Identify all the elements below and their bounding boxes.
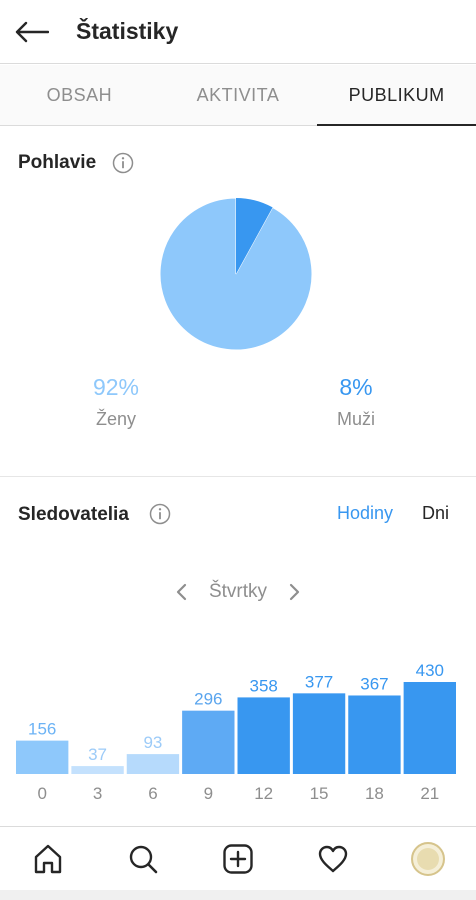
- male-label: Muži: [336, 409, 375, 429]
- current-day-label: Štvrtky: [208, 581, 268, 602]
- x-tick-label: 9: [204, 784, 213, 803]
- bar-6: [126, 754, 180, 774]
- next-day-button[interactable]: [283, 581, 305, 603]
- tab-bar: OBSAH AKTIVITA PUBLIKUM: [0, 65, 476, 126]
- arrow-left-icon: [15, 21, 49, 42]
- x-tick-label: 12: [254, 784, 273, 803]
- prev-day-button[interactable]: [171, 581, 193, 603]
- bar-value-label: 377: [305, 672, 333, 691]
- home-icon: [34, 844, 61, 873]
- gender-pie-chart: [159, 197, 313, 351]
- bar-value-label: 156: [28, 720, 56, 739]
- heart-icon: [318, 845, 348, 872]
- tab-obsah[interactable]: OBSAH: [0, 65, 159, 125]
- avatar: [411, 841, 446, 876]
- toggle-days[interactable]: Dni: [422, 503, 449, 524]
- app-header: Štatistiky: [0, 0, 476, 64]
- bottom-navigation: [0, 826, 476, 890]
- x-tick-label: 15: [310, 784, 329, 803]
- profile-button[interactable]: [406, 837, 450, 881]
- x-tick-label: 0: [37, 784, 46, 803]
- bar-9: [182, 710, 235, 774]
- bar-value-label: 358: [250, 676, 278, 695]
- x-tick-label: 3: [93, 784, 102, 803]
- back-button[interactable]: [4, 0, 60, 64]
- bar-value-label: 37: [88, 745, 107, 764]
- page-title: Štatistiky: [76, 18, 179, 44]
- search-button[interactable]: [121, 837, 165, 881]
- home-button[interactable]: [26, 837, 70, 881]
- day-selector: Štvrtky: [0, 576, 476, 608]
- followers-section-title: Sledovatelia: [18, 504, 129, 525]
- bar-12: [237, 697, 290, 774]
- bar-value-label: 367: [360, 674, 388, 693]
- add-post-icon: [223, 843, 253, 874]
- info-icon[interactable]: [149, 503, 171, 525]
- chevron-right-icon: [289, 583, 300, 601]
- followers-bar-chart: 156 0 37 3 93 6 296 9 358 12 377 15 367 18 430 21: [16, 661, 456, 803]
- gender-section-title: Pohlavie: [18, 152, 97, 173]
- female-percent: 92%: [92, 374, 140, 400]
- bar-value-label: 430: [416, 661, 444, 680]
- activity-button[interactable]: [311, 837, 355, 881]
- tab-aktivita[interactable]: AKTIVITA: [159, 65, 318, 125]
- add-post-button[interactable]: [216, 837, 260, 881]
- female-label: Ženy: [95, 409, 137, 429]
- tab-publikum[interactable]: PUBLIKUM: [317, 65, 476, 126]
- system-bar: [0, 890, 476, 900]
- bar-value-label: 93: [143, 733, 162, 752]
- bar-0: [16, 740, 69, 774]
- bar-18: [348, 695, 401, 774]
- x-tick-label: 18: [365, 784, 384, 803]
- search-icon: [129, 845, 158, 873]
- bar-3: [71, 766, 124, 774]
- x-tick-label: 21: [420, 784, 439, 803]
- info-icon[interactable]: [112, 152, 134, 174]
- bar-21: [403, 682, 456, 774]
- bar-value-label: 296: [194, 690, 222, 709]
- chevron-left-icon: [176, 583, 187, 601]
- toggle-hours[interactable]: Hodiny: [337, 503, 393, 524]
- bar-15: [292, 693, 346, 774]
- section-divider: [0, 476, 476, 477]
- male-percent: 8%: [339, 374, 373, 400]
- x-tick-label: 6: [148, 784, 157, 803]
